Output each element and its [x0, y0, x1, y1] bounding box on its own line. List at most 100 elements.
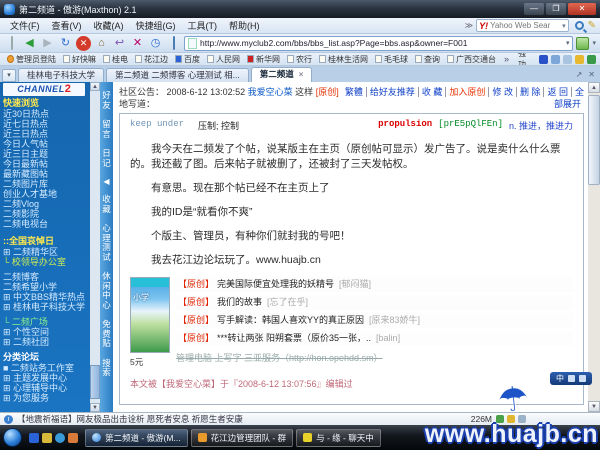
tabbar-close-icon[interactable]: ✕	[585, 68, 598, 82]
history-icon[interactable]: ◷	[148, 36, 163, 51]
sidebar-item-today-new[interactable]: 今日最新帖	[3, 159, 90, 169]
go-dropdown-icon[interactable]: ▾	[592, 39, 596, 47]
lightning-icon[interactable]	[507, 415, 515, 423]
post-author-link[interactable]: 我爱空心菜	[248, 87, 293, 97]
start-button[interactable]	[3, 428, 22, 447]
proxy-icon[interactable]	[518, 415, 526, 423]
collapse-search-icon[interactable]: ≫	[465, 21, 473, 30]
bookmark-chaxun[interactable]: 查询	[412, 54, 443, 65]
quicklaunch-browser-icon[interactable]	[29, 432, 39, 443]
menu-help[interactable]: 帮助(H)	[223, 19, 266, 32]
stop-icon[interactable]: ✕	[76, 35, 91, 51]
related-post-row[interactable]: 【原创】 写手解读：韩国人喜欢YY的真正原因 [原来83娇牛]	[176, 313, 573, 331]
scroll-up-icon[interactable]: ▲	[90, 82, 100, 91]
action-favorite[interactable]: 收 藏	[418, 87, 447, 97]
original-tag-link[interactable]: [原创]	[316, 87, 339, 97]
scroll-up-icon[interactable]: ▲	[588, 82, 600, 93]
taskbar-button-qq-chat[interactable]: 与 - 缘 - 聊天中	[296, 428, 381, 447]
scroll-down-icon[interactable]: ▼	[90, 403, 100, 412]
sidebar-item-cinema[interactable]: 二频影院	[3, 209, 90, 219]
vtab-favorites[interactable]: 收藏	[101, 194, 112, 214]
bookmark-guangxi-traffic[interactable]: 广西交通台	[444, 54, 499, 65]
menu-favorites[interactable]: 收藏(A)	[88, 19, 130, 32]
maximize-button[interactable]: ❐	[546, 3, 566, 15]
sidebar-item-hot7[interactable]: 近七日热点	[3, 119, 90, 129]
sidebar-item-plaza[interactable]: └ 二频广场	[3, 317, 90, 327]
taskbar-button-qq-group[interactable]: 花江边管理团队 - 群	[190, 428, 294, 447]
address-input[interactable]	[200, 38, 563, 48]
vtab-psych-test[interactable]: 心理测试	[101, 223, 112, 262]
vtab-messages[interactable]: 留言	[101, 119, 112, 139]
back-icon[interactable]: ◀	[22, 36, 37, 51]
sidebar-scrollbar[interactable]: ▲ ▼	[90, 82, 100, 412]
bookmark-nonghang[interactable]: 农行	[284, 54, 315, 65]
menu-view[interactable]: 查看(V)	[46, 19, 88, 32]
sidebar-item-tv[interactable]: 二频电视台	[3, 219, 90, 229]
close-button[interactable]: ✕	[568, 3, 596, 15]
bookmark-admin[interactable]: 管理员登陆	[4, 54, 59, 65]
sidebar-item-topic-dev[interactable]: ⊞ 主题发展中心	[3, 373, 90, 383]
address-dropdown-icon[interactable]: ▾	[566, 39, 570, 47]
panels-icon[interactable]	[166, 35, 181, 51]
action-delete[interactable]: 删 除	[516, 87, 545, 97]
sidebar-item-image-library[interactable]: 二频图片库	[3, 179, 90, 189]
quicklaunch-messenger-icon[interactable]	[55, 432, 65, 443]
quicklaunch-folder-icon[interactable]	[42, 432, 52, 443]
bookmarks-overflow-icon[interactable]: »	[500, 54, 513, 64]
channel2-logo[interactable]: CHANNEL2	[3, 83, 85, 96]
sidebar-item-psych-center[interactable]: ⊞ 心理辅导中心	[3, 383, 90, 393]
sidebar-item-staff-room[interactable]: ■ 二频站务工作室	[3, 363, 90, 373]
sidebar-item-hope-school[interactable]: 二频希望小学	[3, 282, 90, 292]
action-edit[interactable]: 修 改	[489, 87, 517, 97]
action-traditional[interactable]: 繁體	[341, 87, 367, 97]
action-recommend[interactable]: 给好友推荐	[366, 87, 419, 97]
bookmark-guidian[interactable]: 桂电	[100, 54, 131, 65]
related-post-row[interactable]: 【原创】 完美国际便宜处理我的妖精号 [郁闷猫]	[176, 277, 573, 295]
vtab-free-post[interactable]: 免费贴	[101, 319, 112, 349]
tab-list-icon[interactable]: ▾	[2, 69, 16, 82]
sidebar-item-essence[interactable]: ⊞ 二频精华区	[3, 247, 90, 257]
go-button[interactable]	[576, 36, 590, 50]
flag-icon[interactable]	[539, 54, 548, 64]
lightning-icon[interactable]	[575, 54, 584, 64]
plugin-icon[interactable]	[587, 54, 596, 64]
sidebar-item-topics3[interactable]: 近三日主题	[3, 149, 90, 159]
window-icon[interactable]	[563, 54, 572, 64]
tabbar-tools-icon[interactable]: ↗	[573, 68, 586, 82]
tab-guilin-university[interactable]: 桂林电子科技大学	[18, 68, 105, 82]
related-post-row[interactable]: 【原创】 ***转让两张 阳朔套票（原价35一张，.. [balin]	[176, 331, 573, 349]
bookmark-renmin[interactable]: 人民网	[204, 54, 243, 65]
bookmark-baidu[interactable]: 百度	[172, 54, 203, 65]
highlight-pencil-icon[interactable]: ✎	[588, 20, 596, 31]
menu-file[interactable]: 文件(F)	[4, 19, 46, 32]
shield-icon[interactable]	[496, 415, 504, 423]
sidebar-item-talent-base[interactable]: 创业人才基地	[3, 189, 90, 199]
sidebar-item-today-popular[interactable]: 今日人气帖	[3, 139, 90, 149]
vtab-friends[interactable]: 好友	[101, 90, 112, 110]
bookmark-maomaoqiu[interactable]: 毛毛球	[372, 54, 411, 65]
yahoo-search-input[interactable]	[490, 21, 563, 30]
sidebar-item-vlog[interactable]: 二频Vlog	[3, 199, 90, 209]
sidebar-item-hot30[interactable]: 近30日热点	[3, 109, 90, 119]
scrollbar-thumb[interactable]	[588, 95, 600, 185]
search-icon[interactable]	[574, 21, 584, 30]
related-post-row[interactable]: 【原创】 我们的故事 [忘了在乎]	[176, 295, 573, 313]
vtab-leisure[interactable]: 休闲中心	[101, 271, 112, 310]
sidebar-header-mourning[interactable]: ::全国哀悼日	[3, 236, 90, 247]
sidebar-item-leaders-office[interactable]: └ 校领导办公室	[3, 257, 90, 267]
collapse-sidebar-icon[interactable]: ◀	[103, 177, 109, 186]
sidebar-item-cnbbs-hot[interactable]: ⊞ 中文BBS精华热点	[3, 292, 90, 302]
bookmark-huajiang[interactable]: 花江边	[132, 54, 171, 65]
tab-close-icon[interactable]: ×	[299, 70, 304, 79]
sidebar-item-service[interactable]: ⊞ 为您服务	[3, 393, 90, 403]
menu-quickbar[interactable]: 快捷组(G)	[130, 19, 182, 32]
tools-icon[interactable]: ✕	[130, 36, 145, 51]
sidebar-item-blog[interactable]: 二频博客	[3, 272, 90, 282]
tab-channel2-blog[interactable]: 第二频道 二频博客 心理测试 相...	[106, 68, 249, 82]
action-add-original[interactable]: 加入原创	[446, 87, 490, 97]
extensions-button[interactable]: 增强功能	[514, 53, 536, 65]
tab-channel2-active[interactable]: 第二频道 ×	[250, 67, 313, 82]
vtab-diary[interactable]: 日记	[101, 148, 112, 168]
refresh-icon[interactable]: ↻	[58, 36, 73, 51]
undo-icon[interactable]: ↩	[112, 36, 127, 51]
